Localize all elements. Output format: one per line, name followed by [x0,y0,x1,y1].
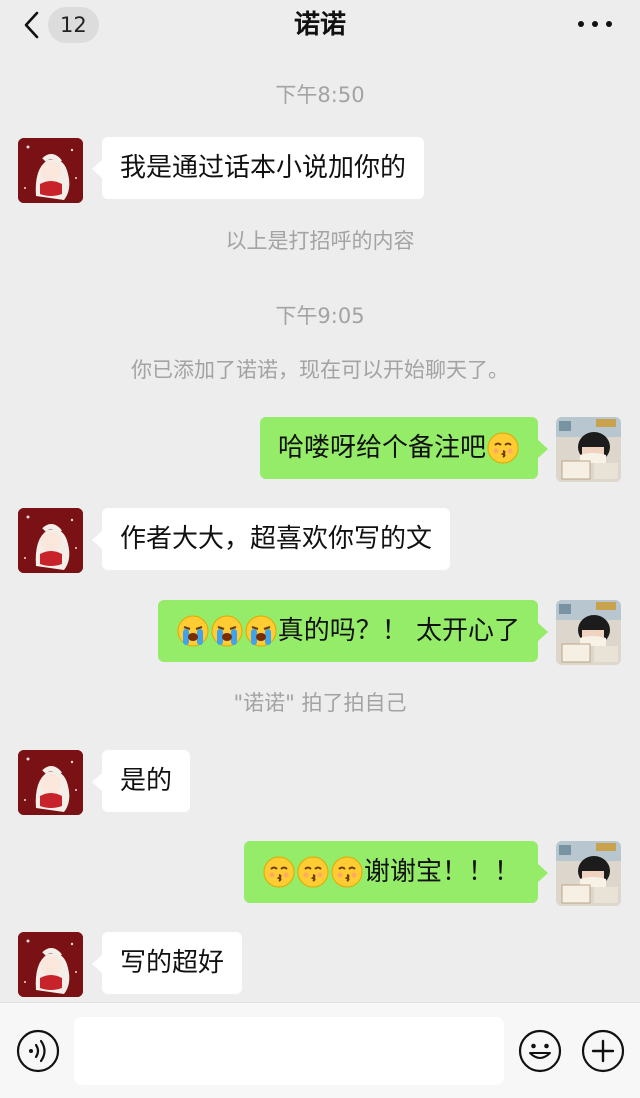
message-text: 哈喽呀给个备注吧 [277,433,486,463]
contact-avatar[interactable] [18,750,83,815]
chat-header: 12 诺诺 [0,0,640,50]
system-notice: 以上是打招呼的内容 [225,229,415,253]
kissing-smiling-eyes-emoji-icon [331,856,363,888]
contact-avatar[interactable] [18,932,83,997]
contact-avatar[interactable] [18,508,83,573]
kissing-smiling-eyes-emoji-icon [263,856,295,888]
self-avatar[interactable] [556,600,621,665]
message-list[interactable]: 下午8:50 我是通过话本小说加你的 以上是打招呼的内容 下午9:05 你已添加… [0,50,640,1002]
incoming-message-bubble[interactable]: 我是通过话本小说加你的 [91,137,425,199]
outgoing-message-bubble[interactable]: 真的吗？！ 太开心了 [157,600,549,662]
dot-icon [592,21,598,27]
message-text: 谢谢宝！！！ [363,857,520,887]
message-text: 我是通过话本小说加你的 [120,153,407,183]
incoming-message-bubble[interactable]: 作者大大，超喜欢你写的文 [91,508,451,570]
self-avatar[interactable] [556,417,621,482]
loudly-crying-emoji-icon [177,615,209,647]
message-text: 写的超好 [120,948,225,978]
system-notice: 你已添加了诺诺，现在可以开始聊天了。 [131,358,509,382]
more-options-button[interactable] [578,16,612,32]
loudly-crying-emoji-icon [211,615,243,647]
timestamp: 下午8:50 [275,83,365,107]
input-bar [0,1002,640,1098]
smiley-face-icon[interactable] [518,1029,562,1073]
message-text: 作者大大，超喜欢你写的文 [120,524,433,554]
loudly-crying-emoji-icon [245,615,277,647]
kissing-smiling-eyes-emoji-icon [297,856,329,888]
contact-avatar[interactable] [18,138,83,203]
self-avatar[interactable] [556,841,621,906]
message-text: 是的 [120,766,173,796]
voice-icon[interactable] [16,1029,60,1073]
incoming-message-bubble[interactable]: 是的 [91,750,191,812]
incoming-message-bubble[interactable]: 写的超好 [91,932,243,994]
message-text: 真的吗？！ 太开心了 [277,616,520,646]
timestamp: 下午9:05 [275,304,365,328]
plus-icon[interactable] [581,1029,625,1073]
outgoing-message-bubble[interactable]: 谢谢宝！！！ [243,841,549,903]
pat-notice: "诺诺" 拍了拍自己 [233,691,407,715]
kissing-smiling-eyes-emoji-icon [487,432,519,464]
message-input[interactable] [74,1017,504,1085]
chat-title: 诺诺 [293,10,346,40]
dot-icon [606,21,612,27]
dot-icon [578,21,584,27]
outgoing-message-bubble[interactable]: 哈喽呀给个备注吧 [259,417,549,479]
